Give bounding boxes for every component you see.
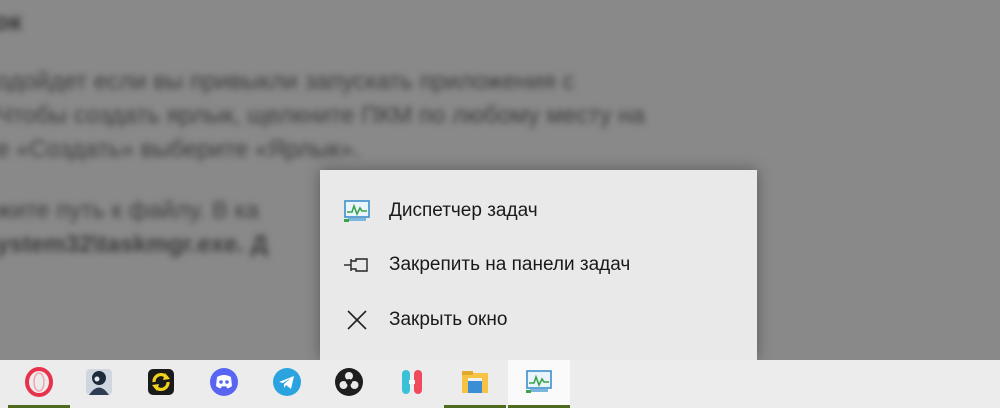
jump-list-label: Закрепить на панели задач xyxy=(389,254,631,275)
game-avatar-icon xyxy=(85,368,113,401)
discord-icon xyxy=(209,367,239,402)
desktop-screen: ок одойдет если вы привыкли запускать пр… xyxy=(0,0,1000,408)
taskbar-app-yellow-sync[interactable] xyxy=(130,360,192,408)
task-manager-icon xyxy=(342,196,372,226)
opera-gx-icon xyxy=(24,366,54,402)
telegram-icon xyxy=(272,367,302,402)
bg-line: одойдет если вы привыкли запускать прило… xyxy=(0,68,575,95)
bg-heading: ок xyxy=(0,8,22,36)
close-icon xyxy=(342,305,372,335)
mi-fitness-app-icon xyxy=(398,367,426,402)
taskbar-app-discord[interactable] xyxy=(193,360,255,408)
file-explorer-icon xyxy=(460,368,490,401)
bg-line: жите путь к файлу. В ка xyxy=(0,197,260,224)
taskbar-app-task-manager[interactable] xyxy=(508,360,570,408)
jump-list-item-task-manager[interactable]: Диспетчер задач xyxy=(320,186,757,236)
taskbar-app-game[interactable] xyxy=(68,360,130,408)
taskbar-app-telegram[interactable] xyxy=(256,360,318,408)
taskbar-app-opera[interactable] xyxy=(8,360,70,408)
jump-list-label: Диспетчер задач xyxy=(389,200,538,221)
obs-studio-icon xyxy=(334,367,364,402)
bg-line: е «Создать» выберите «Ярлык». xyxy=(0,136,360,163)
taskbar-app-fitness[interactable] xyxy=(381,360,443,408)
jump-list-item-close-window[interactable]: Закрыть окно xyxy=(320,295,757,345)
taskbar-jump-list: Диспетчер задач Закрепить на панели зада… xyxy=(320,170,757,360)
yellow-sync-app-icon xyxy=(147,368,175,401)
taskbar xyxy=(0,360,1000,408)
bg-line: ystem32\taskmgr.exe. Д xyxy=(0,231,268,258)
jump-list-label: Закрыть окно xyxy=(389,309,508,330)
task-manager-icon xyxy=(524,369,554,400)
taskbar-app-file-explorer[interactable] xyxy=(444,360,506,408)
pin-icon xyxy=(342,250,372,280)
jump-list-item-pin[interactable]: Закрепить на панели задач xyxy=(320,240,757,290)
taskbar-app-obs[interactable] xyxy=(318,360,380,408)
bg-line: Чтобы создать ярлык, щелкните ПКМ по люб… xyxy=(0,102,645,129)
